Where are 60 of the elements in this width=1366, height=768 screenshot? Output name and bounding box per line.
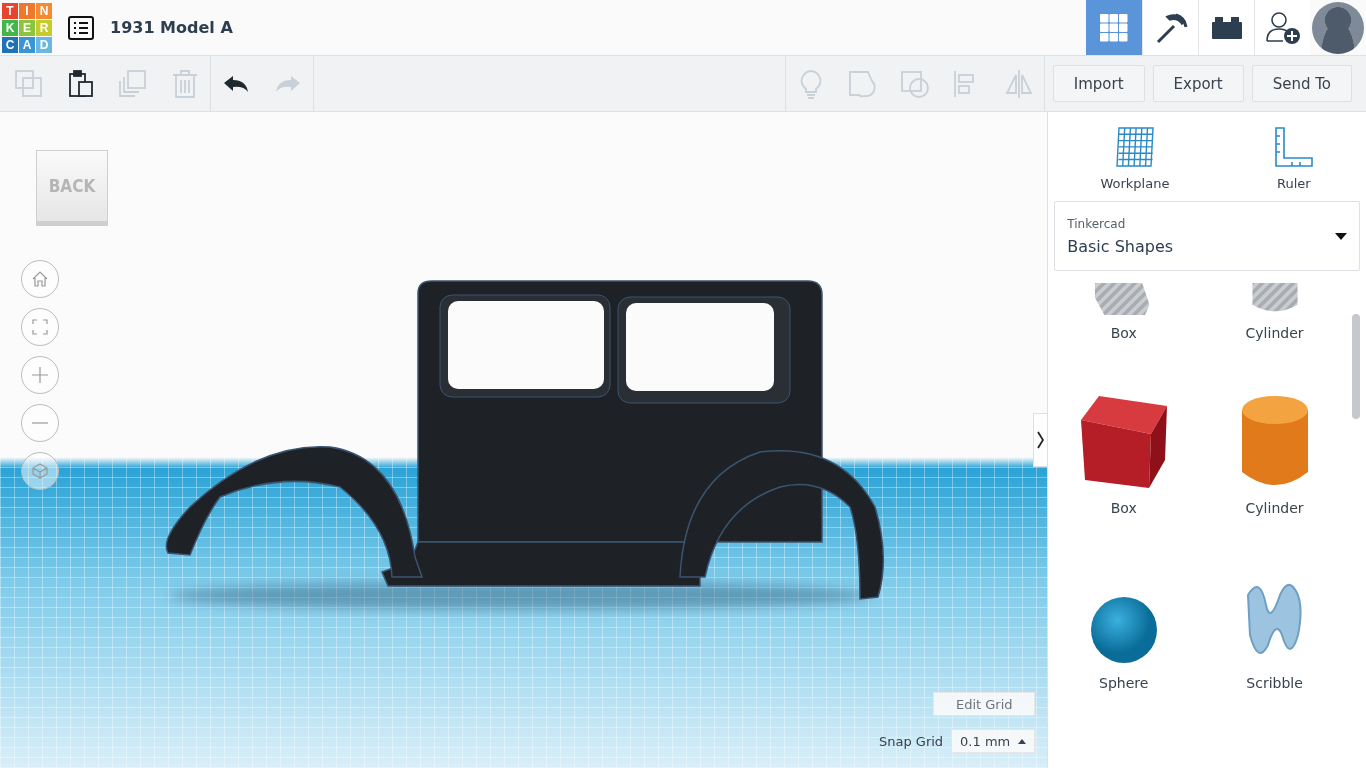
logo-letter: T xyxy=(2,2,18,19)
shape-item[interactable]: Box xyxy=(1048,341,1200,516)
project-list-button[interactable] xyxy=(68,15,94,40)
caret-icon xyxy=(1018,738,1027,744)
action-button[interactable]: Send To xyxy=(1251,65,1352,102)
shape-item[interactable]: Box xyxy=(1048,283,1200,341)
grid-icon xyxy=(1100,13,1128,42)
brick-icon xyxy=(1211,16,1242,39)
project-title: 1931 Model A xyxy=(110,18,233,37)
snap-grid-label: Snap Grid xyxy=(878,733,944,749)
view-tab[interactable] xyxy=(1142,0,1198,55)
caret-icon xyxy=(1335,232,1347,240)
zoom-out-button[interactable] xyxy=(21,404,59,442)
duplicate-icon xyxy=(118,68,148,99)
collapse-panel-button[interactable] xyxy=(1033,413,1048,467)
perspective-button[interactable] xyxy=(21,452,59,490)
trash-icon xyxy=(170,68,200,99)
view-tab[interactable] xyxy=(1254,0,1310,55)
ungroup-icon xyxy=(899,68,930,99)
scrollbar-thumb[interactable] xyxy=(1352,314,1360,419)
avatar-silhouette[interactable] xyxy=(1312,1,1364,54)
chevron-right-icon xyxy=(1037,431,1045,449)
logo-letter: I xyxy=(19,2,35,19)
home-button[interactable] xyxy=(21,260,59,298)
mirror-icon xyxy=(1003,68,1034,99)
perspective-icon xyxy=(30,461,50,481)
sidebar-tool[interactable]: Workplane xyxy=(1080,126,1190,191)
copy-icon xyxy=(14,68,44,99)
redo-icon xyxy=(276,75,300,92)
fit-view-icon xyxy=(30,317,50,337)
workplane-icon xyxy=(1114,126,1155,168)
home-icon xyxy=(30,269,50,289)
snap-grid-dropdown[interactable]: 0.1 mm xyxy=(951,729,1036,753)
logo-letter: E xyxy=(19,19,35,36)
logo-letter: N xyxy=(36,2,52,19)
undo-icon xyxy=(224,75,248,92)
group-icon xyxy=(847,68,878,99)
box-icon xyxy=(1078,394,1169,490)
shape-item[interactable]: Scribble xyxy=(1199,516,1350,691)
sidebar-tool[interactable]: Ruler xyxy=(1253,126,1334,191)
logo-letter: D xyxy=(36,36,52,53)
view-tab[interactable] xyxy=(1198,0,1254,55)
action-button[interactable]: Export xyxy=(1152,65,1244,102)
logo-letter: K xyxy=(2,19,18,36)
sphere-icon xyxy=(1088,595,1159,665)
shape-item[interactable]: Cylinder xyxy=(1199,283,1350,341)
logo-letter: C xyxy=(2,36,18,53)
action-button[interactable]: Import xyxy=(1052,65,1145,102)
shape-library-dropdown[interactable]: Tinkercad Basic Shapes xyxy=(1054,201,1360,271)
clipboard-icon xyxy=(66,68,96,99)
ruler-icon xyxy=(1273,126,1314,168)
shape-item[interactable]: Cylinder xyxy=(1199,341,1350,516)
logo-letter: A xyxy=(19,36,35,53)
zoom-in-button[interactable] xyxy=(21,356,59,394)
logo-letter: R xyxy=(36,19,52,36)
zoom-in-icon xyxy=(30,365,50,385)
edit-grid-button[interactable]: Edit Grid xyxy=(933,692,1036,716)
fit-view-button[interactable] xyxy=(21,308,59,346)
add-user-icon xyxy=(1264,10,1301,45)
shape-item[interactable]: Sphere xyxy=(1048,516,1200,691)
